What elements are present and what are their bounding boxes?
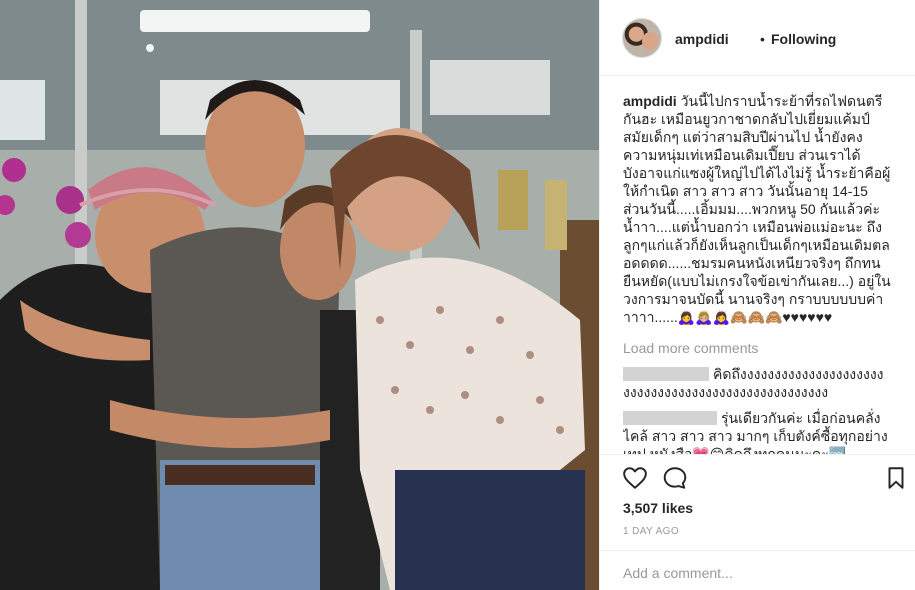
redacted-username — [623, 367, 709, 381]
post-sidebar: ampdidi • Following ampdidi วันนี้ไปกราบน… — [599, 0, 915, 590]
caption-text: วันนี้ไปกราบน้ำระย้าที่รถไฟดนตรีกันฮะ เห… — [623, 93, 891, 325]
speech-bubble-icon[interactable] — [662, 465, 688, 491]
header-username[interactable]: ampdidi — [675, 31, 729, 47]
post-photo-illustration — [0, 0, 599, 590]
comment-item: คิดถึงงงงงงงงงงงงงงงงงงงงงงงงงงงงงงงงงงง… — [623, 365, 893, 401]
comment-input[interactable] — [623, 563, 893, 583]
likes-count[interactable]: 3,507 likes — [623, 500, 693, 516]
header-separator: • — [760, 31, 765, 47]
avatar[interactable] — [622, 18, 662, 58]
post-header: ampdidi • Following — [600, 0, 915, 76]
caption-username[interactable]: ampdidi — [623, 93, 677, 109]
post-photo[interactable] — [0, 0, 599, 590]
post-timestamp: 1 DAY AGO — [623, 526, 680, 537]
comments-section[interactable]: ampdidi วันนี้ไปกราบน้ำระย้าที่รถไฟดนตรีก… — [623, 92, 893, 454]
comment-item: รุ่นเดียวกันค่ะ เมื่อก่อนคลั่งไคล้ สาว ส… — [623, 409, 893, 454]
redacted-username — [623, 411, 717, 425]
bookmark-icon[interactable] — [883, 465, 909, 491]
follow-status-button[interactable]: Following — [771, 31, 836, 47]
load-more-comments-link[interactable]: Load more comments — [623, 339, 893, 357]
post-actions — [600, 454, 915, 500]
add-comment-bar — [600, 550, 915, 590]
caption: ampdidi วันนี้ไปกราบน้ำระย้าที่รถไฟดนตรีก… — [623, 92, 893, 326]
heart-icon[interactable] — [622, 465, 648, 491]
